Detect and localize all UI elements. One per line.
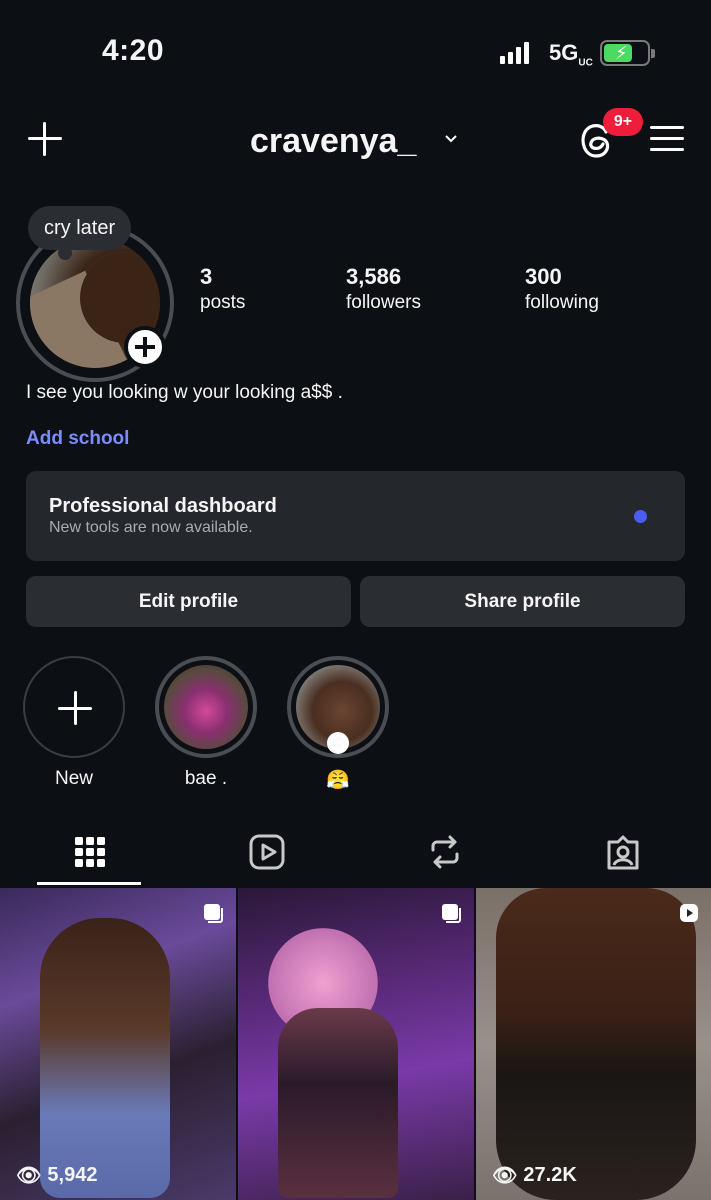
reels-icon[interactable]	[247, 832, 287, 872]
emoji-icon: 😡	[327, 732, 349, 754]
carousel-icon	[204, 904, 223, 923]
eye-icon: 👁	[492, 1165, 518, 1187]
battery-icon: ⚡	[600, 40, 655, 66]
reel-icon	[680, 904, 698, 922]
stat-followers[interactable]: 3,586 followers	[346, 264, 421, 314]
highlight-label: 😤	[326, 770, 350, 791]
highlight-label: New	[54, 768, 93, 789]
tagged-icon[interactable]	[603, 832, 643, 872]
profile-bio: I see you looking w your looking a$$ .	[26, 382, 343, 403]
professional-dashboard[interactable]: Professional dashboard New tools are now…	[26, 471, 685, 561]
profile-tabs	[0, 820, 711, 888]
view-count: 👁 27.2K	[492, 1164, 577, 1187]
share-profile-button[interactable]: Share profile	[360, 576, 685, 627]
stat-posts[interactable]: 3 posts	[200, 264, 245, 314]
dashboard-title: Professional dashboard	[49, 495, 277, 517]
grid-icon[interactable]	[70, 832, 110, 872]
profile-note[interactable]: cry later	[28, 206, 132, 260]
menu-button[interactable]	[650, 126, 684, 154]
view-count: 👁 5,942	[16, 1164, 98, 1187]
add-school-link[interactable]: Add school	[26, 428, 129, 450]
post-thumbnail[interactable]: 👁 27.2K	[476, 888, 711, 1200]
post-thumbnail[interactable]: 👁 5,942	[0, 888, 236, 1200]
create-post-button[interactable]	[26, 120, 64, 158]
new-indicator-dot	[634, 510, 647, 523]
edit-profile-button[interactable]: Edit profile	[26, 576, 351, 627]
post-thumbnail[interactable]	[238, 888, 474, 1200]
chevron-down-icon[interactable]	[444, 132, 458, 146]
highlight-cover: 😡	[287, 656, 389, 758]
network-label: 5GUC	[549, 40, 593, 69]
highlight-bae[interactable]: bae .	[154, 656, 258, 790]
highlight-label: bae .	[184, 768, 228, 789]
highlight-cover	[155, 656, 257, 758]
status-time: 4:20	[102, 34, 165, 67]
add-story-button[interactable]	[124, 326, 166, 368]
stat-following[interactable]: 300 following	[525, 264, 599, 314]
username[interactable]: cravenya_	[250, 122, 416, 161]
signal-icon	[500, 42, 529, 64]
carousel-icon	[442, 904, 461, 923]
dashboard-subtitle: New tools are now available.	[49, 519, 253, 536]
active-tab-indicator	[37, 882, 141, 885]
highlight-new[interactable]: New	[22, 656, 126, 790]
plus-icon	[23, 656, 125, 758]
status-bar: 4:20 5GUC ⚡	[0, 0, 711, 105]
highlight-emoji[interactable]: 😡 😤	[286, 656, 390, 792]
reposts-icon[interactable]	[425, 832, 465, 872]
posts-grid: 👁 5,942 👁 27.2K	[0, 888, 711, 1200]
eye-icon: 👁	[16, 1165, 42, 1187]
notification-badge: 9+	[603, 108, 643, 136]
